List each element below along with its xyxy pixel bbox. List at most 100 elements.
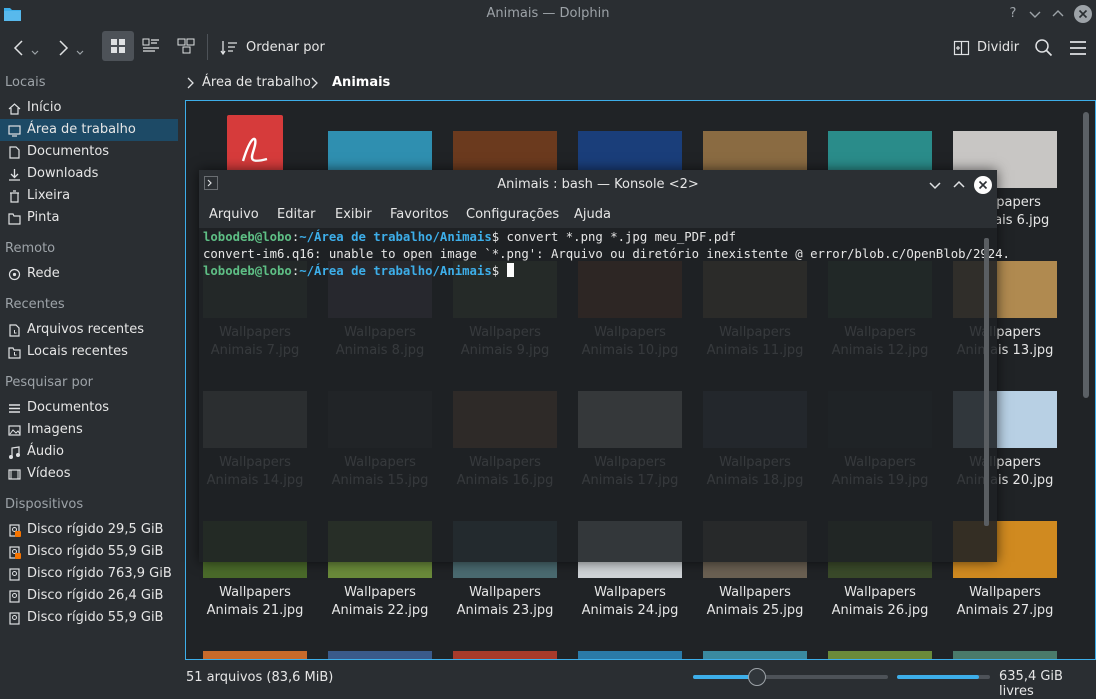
- hamburger-menu-icon: [1070, 41, 1086, 55]
- home-icon: [8, 102, 21, 115]
- terminal-line: convert-im6.q16: unable to open image `*…: [203, 247, 1010, 261]
- konsole-window[interactable]: Animais : bash — Konsole <2> Arquivo Edi…: [199, 170, 1010, 562]
- breadcrumb-item-desktop[interactable]: Área de trabalho: [202, 75, 311, 90]
- sidebar-item[interactable]: Disco rígido 29,5 GiB: [0, 519, 178, 541]
- sidebar-item-label: Downloads: [27, 166, 99, 181]
- compact-view-button[interactable]: [140, 36, 162, 56]
- sidebar-item-label: Disco rígido 55,9 GiB: [27, 610, 164, 625]
- sidebar-item-label: Documentos: [27, 400, 110, 415]
- sidebar-section-heading: Pesquisar por: [5, 375, 94, 390]
- maximize-button[interactable]: [1048, 4, 1068, 24]
- video-icon: [8, 468, 21, 481]
- sidebar-item-label: Área de trabalho: [27, 122, 136, 137]
- window-title: Animais — Dolphin: [486, 6, 610, 21]
- split-button[interactable]: Dividir: [953, 37, 1023, 59]
- chevron-up-icon: [953, 180, 965, 188]
- file-name: Wallpapers Animais 24.jpg: [581, 585, 679, 618]
- sidebar-item[interactable]: Arquivos recentes: [0, 319, 178, 341]
- close-icon: [974, 176, 992, 194]
- terminal-cursor: [506, 263, 514, 277]
- zoom-slider-handle[interactable]: [748, 668, 766, 686]
- sidebar-item-label: Disco rígido 55,9 GiB: [27, 544, 164, 559]
- konsole-menubar: Arquivo Editar Exibir Favoritos Configur…: [199, 200, 997, 228]
- konsole-titlebar: Animais : bash — Konsole <2>: [199, 170, 997, 200]
- sidebar-item[interactable]: Disco rígido 55,9 GiB: [0, 607, 178, 629]
- breadcrumb-item-current[interactable]: Animais: [332, 75, 390, 90]
- sidebar-item[interactable]: Documentos: [0, 141, 178, 163]
- konsole-close-button[interactable]: [973, 175, 993, 195]
- icons-view-icon: [111, 39, 125, 53]
- konsole-minimize-button[interactable]: [925, 175, 945, 195]
- chevron-right-icon: [311, 77, 318, 89]
- sidebar-item[interactable]: Locais recentes: [0, 341, 178, 363]
- menu-button[interactable]: [1068, 38, 1088, 58]
- sidebar-item-label: Início: [27, 100, 62, 115]
- sidebar-item[interactable]: Início: [0, 97, 178, 119]
- view-scrollbar[interactable]: [1083, 112, 1089, 398]
- back-button[interactable]: [10, 38, 44, 58]
- sidebar-item-label: Locais recentes: [27, 344, 128, 359]
- sidebar-item[interactable]: Áudio: [0, 441, 178, 463]
- file-name: Wallpapers Animais 26.jpg: [831, 585, 929, 618]
- details-view-button[interactable]: [175, 36, 197, 56]
- music-icon: [8, 446, 21, 459]
- close-button[interactable]: [1073, 4, 1093, 24]
- file-name: Wallpapers Animais 23.jpg: [456, 585, 554, 618]
- details-view-icon: [177, 38, 195, 54]
- menu-configuracoes[interactable]: Configurações: [466, 207, 559, 222]
- sidebar-section-heading: Locais: [5, 75, 46, 90]
- sidebar-item[interactable]: Disco rígido 26,4 GiB: [0, 585, 178, 607]
- sidebar-section-heading: Dispositivos: [5, 497, 84, 512]
- sidebar-item-label: Lixeira: [27, 188, 71, 203]
- sidebar-item[interactable]: Disco rígido 55,9 GiB: [0, 541, 178, 563]
- sidebar-section-heading: Remoto: [5, 241, 56, 256]
- sort-label: Ordenar por: [246, 40, 325, 55]
- terminal-line: lobodeb@lobo:~/Área de trabalho/Animais$: [203, 263, 514, 280]
- harddisk-icon: [8, 590, 21, 603]
- main-toolbar: [0, 28, 1096, 66]
- forward-button[interactable]: [55, 38, 89, 58]
- sidebar-item-label: Áudio: [27, 444, 64, 459]
- sidebar-item-label: Documentos: [27, 144, 110, 159]
- documents-list-icon: [8, 402, 21, 415]
- menu-favoritos[interactable]: Favoritos: [390, 207, 449, 222]
- image-thumbnail: [953, 651, 1057, 659]
- file-name: Wallpapers Animais 21.jpg: [206, 585, 304, 618]
- help-icon[interactable]: ?: [1003, 4, 1023, 24]
- sidebar-item-label: Disco rígido 26,4 GiB: [27, 588, 164, 603]
- sidebar-item-label: Disco rígido 763,9 GiB: [27, 566, 172, 581]
- menu-exibir[interactable]: Exibir: [335, 207, 372, 222]
- sidebar-item[interactable]: Imagens: [0, 419, 178, 441]
- sidebar-item[interactable]: Área de trabalho: [0, 119, 178, 141]
- menu-ajuda[interactable]: Ajuda: [574, 207, 611, 222]
- file-name: Wallpapers Animais 25.jpg: [706, 585, 804, 618]
- search-button[interactable]: [1034, 38, 1054, 58]
- sidebar-item-label: Vídeos: [27, 466, 71, 481]
- image-thumbnail: [453, 651, 557, 659]
- sidebar-item[interactable]: Documentos: [0, 397, 178, 419]
- harddisk-icon: [8, 546, 21, 559]
- download-icon: [8, 168, 21, 181]
- konsole-maximize-button[interactable]: [949, 175, 969, 195]
- trash-icon: [8, 190, 21, 203]
- chevron-right-icon: [187, 77, 194, 89]
- sidebar-item[interactable]: Downloads: [0, 163, 178, 185]
- terminal-area[interactable]: lobodeb@lobo:~/Área de trabalho/Animais$…: [199, 228, 1010, 562]
- sidebar-item[interactable]: Disco rígido 763,9 GiB: [0, 563, 178, 585]
- sidebar-item[interactable]: Pinta: [0, 207, 178, 229]
- menu-editar[interactable]: Editar: [277, 207, 316, 222]
- image-thumbnail: [578, 651, 682, 659]
- terminal-scrollbar[interactable]: [984, 238, 989, 526]
- sidebar-item[interactable]: Vídeos: [0, 463, 178, 485]
- sidebar-section-heading: Recentes: [5, 297, 65, 312]
- sidebar-item[interactable]: Lixeira: [0, 185, 178, 207]
- image-thumbnail: [828, 651, 932, 659]
- sidebar-item-label: Disco rígido 29,5 GiB: [27, 522, 164, 537]
- free-space-label: 635,4 GiB livres: [999, 669, 1063, 699]
- sidebar-item[interactable]: Rede: [0, 263, 178, 285]
- menu-arquivo[interactable]: Arquivo: [209, 207, 259, 222]
- minimize-button[interactable]: [1025, 4, 1045, 24]
- icons-view-button[interactable]: [102, 31, 134, 61]
- warning-badge-icon: [15, 553, 21, 559]
- window-titlebar: Animais — Dolphin ?: [0, 0, 1096, 28]
